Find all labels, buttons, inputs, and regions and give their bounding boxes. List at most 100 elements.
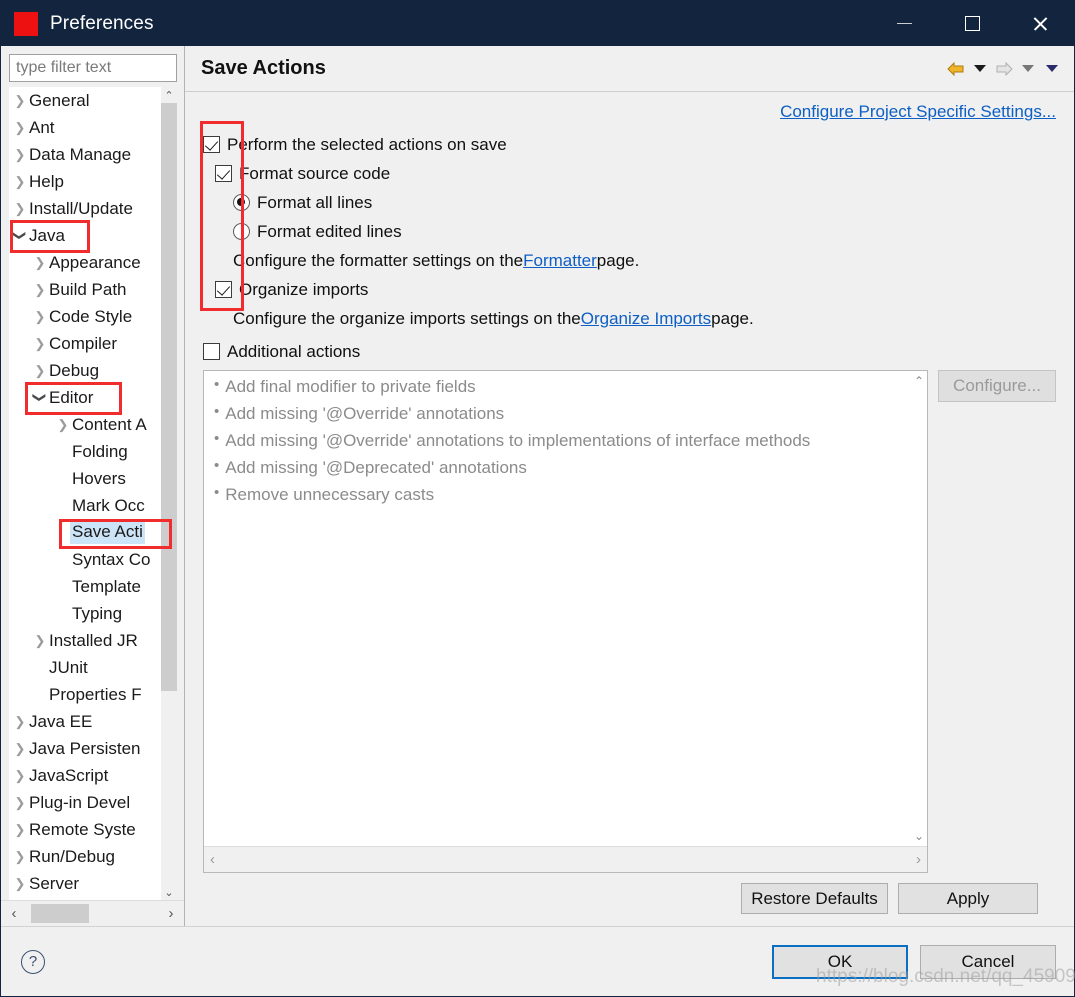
format-all-lines-row[interactable]: Format all lines xyxy=(203,188,1056,217)
apply-button[interactable]: Apply xyxy=(898,883,1038,914)
tree-horizontal-scrollbar[interactable]: ‹ › xyxy=(1,900,184,926)
cancel-button[interactable]: Cancel xyxy=(920,944,1056,979)
chevron-right-icon[interactable]: ❯ xyxy=(11,742,29,755)
list-scroll-up-icon[interactable]: ⌃ xyxy=(914,374,924,388)
sidebar-item-folding[interactable]: Folding xyxy=(9,438,161,465)
sidebar-item-install-update[interactable]: ❯ Install/Update xyxy=(9,195,161,222)
organize-imports-link[interactable]: Organize Imports xyxy=(581,309,711,329)
sidebar-item-run-debug[interactable]: ❯ Run/Debug xyxy=(9,843,161,870)
perform-on-save-row[interactable]: Perform the selected actions on save xyxy=(203,130,1056,159)
sidebar-item-javascript[interactable]: ❯ JavaScript xyxy=(9,762,161,789)
additional-actions-listbox[interactable]: • Add final modifier to private fields • Ad… xyxy=(203,370,928,873)
sidebar-item-help[interactable]: ❯ Help xyxy=(9,168,161,195)
sidebar-item-data-manage[interactable]: ❯ Data Manage xyxy=(9,141,161,168)
preferences-tree[interactable]: ❯ General ❯ Ant ❯ Data Manage ❯ Help ❯ Install/Up… xyxy=(9,87,161,900)
filter-input-wrapper[interactable]: type filter text xyxy=(9,54,177,82)
list-item[interactable]: • Remove unnecessary casts xyxy=(204,484,911,512)
chevron-right-icon[interactable]: ❯ xyxy=(54,418,72,431)
view-menu-icon[interactable] xyxy=(1042,59,1062,79)
forward-dropdown-icon[interactable] xyxy=(1018,59,1038,79)
format-source-checkbox[interactable] xyxy=(215,165,232,182)
sidebar-item-remote-syste[interactable]: ❯ Remote Syste xyxy=(9,816,161,843)
configure-project-specific-settings-link[interactable]: Configure Project Specific Settings... xyxy=(780,102,1056,121)
chevron-right-icon[interactable]: ❯ xyxy=(11,202,29,215)
sidebar-item-ant[interactable]: ❯ Ant xyxy=(9,114,161,141)
chevron-down-icon[interactable]: ❯ xyxy=(33,389,48,407)
tree-hscroll-thumb[interactable] xyxy=(31,904,89,923)
sidebar-item-properties-f[interactable]: Properties F xyxy=(9,681,161,708)
hscroll-left-icon[interactable]: ‹ xyxy=(1,905,27,922)
back-dropdown-icon[interactable] xyxy=(970,59,990,79)
sidebar-item-compiler[interactable]: ❯ Compiler xyxy=(9,330,161,357)
additional-actions-checkbox[interactable] xyxy=(203,343,220,360)
list-item[interactable]: • Add missing '@Deprecated' annotations xyxy=(204,457,911,485)
sidebar-item-typing[interactable]: Typing xyxy=(9,600,161,627)
close-button[interactable] xyxy=(1006,1,1074,46)
sidebar-item-code-style[interactable]: ❯ Code Style xyxy=(9,303,161,330)
chevron-right-icon[interactable]: ❯ xyxy=(31,337,49,350)
sidebar-item-installed-jr[interactable]: ❯ Installed JR xyxy=(9,627,161,654)
chevron-right-icon[interactable]: ❯ xyxy=(11,175,29,188)
sidebar-item-plug-in-devel[interactable]: ❯ Plug-in Devel xyxy=(9,789,161,816)
sidebar-item-general[interactable]: ❯ General xyxy=(9,87,161,114)
sidebar-item-hovers[interactable]: Hovers xyxy=(9,465,161,492)
chevron-down-icon[interactable]: ❯ xyxy=(13,227,28,245)
maximize-button[interactable] xyxy=(938,1,1006,46)
chevron-right-icon[interactable]: ❯ xyxy=(11,877,29,890)
sidebar-item-appearance[interactable]: ❯ Appearance xyxy=(9,249,161,276)
chevron-right-icon[interactable]: ❯ xyxy=(11,715,29,728)
minimize-button[interactable] xyxy=(870,1,938,46)
chevron-right-icon[interactable]: ❯ xyxy=(11,148,29,161)
sidebar-item-build-path[interactable]: ❯ Build Path xyxy=(9,276,161,303)
list-item[interactable]: • Add missing '@Override' annotations to … xyxy=(204,430,911,458)
tree-scroll-thumb[interactable] xyxy=(161,103,177,691)
chevron-right-icon[interactable]: ❯ xyxy=(31,256,49,269)
sidebar-item-server[interactable]: ❯ Server xyxy=(9,870,161,897)
format-edited-lines-radio[interactable] xyxy=(233,223,250,240)
list-item[interactable]: • Add final modifier to private fields xyxy=(204,376,911,404)
tree-vertical-scrollbar[interactable]: ⌃ ⌄ xyxy=(161,87,177,900)
sidebar-item-debug[interactable]: ❯ Debug xyxy=(9,357,161,384)
scroll-down-icon[interactable]: ⌄ xyxy=(161,884,177,900)
chevron-right-icon[interactable]: ❯ xyxy=(11,769,29,782)
list-horizontal-scrollbar[interactable]: ‹ › xyxy=(204,846,927,872)
additional-actions-row[interactable]: Additional actions xyxy=(203,337,1056,366)
sidebar-item-java-ee[interactable]: ❯ Java EE xyxy=(9,708,161,735)
list-item[interactable]: • Add missing '@Override' annotations xyxy=(204,403,911,431)
formatter-link[interactable]: Formatter xyxy=(523,251,597,271)
ok-button[interactable]: OK xyxy=(772,944,908,979)
organize-imports-row[interactable]: Organize imports xyxy=(203,275,1056,304)
sidebar-item-junit[interactable]: JUnit xyxy=(9,654,161,681)
sidebar-item-mark-occ[interactable]: Mark Occ xyxy=(9,492,161,519)
chevron-right-icon[interactable]: ❯ xyxy=(31,364,49,377)
list-scroll-down-icon[interactable]: ⌄ xyxy=(914,829,924,843)
chevron-right-icon[interactable]: ❯ xyxy=(11,850,29,863)
list-vertical-scrollbar[interactable]: ⌃ ⌄ xyxy=(911,371,927,846)
restore-defaults-button[interactable]: Restore Defaults xyxy=(741,883,888,914)
list-scroll-left-icon[interactable]: ‹ xyxy=(210,851,215,868)
organize-imports-checkbox[interactable] xyxy=(215,281,232,298)
sidebar-item-java[interactable]: ❯ Java xyxy=(9,222,161,249)
chevron-right-icon[interactable]: ❯ xyxy=(31,283,49,296)
chevron-right-icon[interactable]: ❯ xyxy=(11,796,29,809)
perform-on-save-checkbox[interactable] xyxy=(203,136,220,153)
sidebar-item-template[interactable]: Template xyxy=(9,573,161,600)
list-scroll-right-icon[interactable]: › xyxy=(916,851,921,868)
hscroll-right-icon[interactable]: › xyxy=(158,905,184,922)
chevron-right-icon[interactable]: ❯ xyxy=(31,634,49,647)
back-arrow-icon[interactable] xyxy=(946,59,966,79)
format-source-row[interactable]: Format source code xyxy=(203,159,1056,188)
scroll-up-icon[interactable]: ⌃ xyxy=(161,87,177,103)
sidebar-item-save-acti[interactable]: Save Acti xyxy=(9,519,161,546)
help-icon[interactable]: ? xyxy=(21,949,45,974)
format-edited-lines-row[interactable]: Format edited lines xyxy=(203,217,1056,246)
sidebar-item-editor[interactable]: ❯ Editor xyxy=(9,384,161,411)
chevron-right-icon[interactable]: ❯ xyxy=(11,823,29,836)
format-all-lines-radio[interactable] xyxy=(233,194,250,211)
chevron-right-icon[interactable]: ❯ xyxy=(11,121,29,134)
sidebar-item-syntax-co[interactable]: Syntax Co xyxy=(9,546,161,573)
chevron-right-icon[interactable]: ❯ xyxy=(11,94,29,107)
chevron-right-icon[interactable]: ❯ xyxy=(31,310,49,323)
sidebar-item-content-a[interactable]: ❯ Content A xyxy=(9,411,161,438)
sidebar-item-java-persisten[interactable]: ❯ Java Persisten xyxy=(9,735,161,762)
